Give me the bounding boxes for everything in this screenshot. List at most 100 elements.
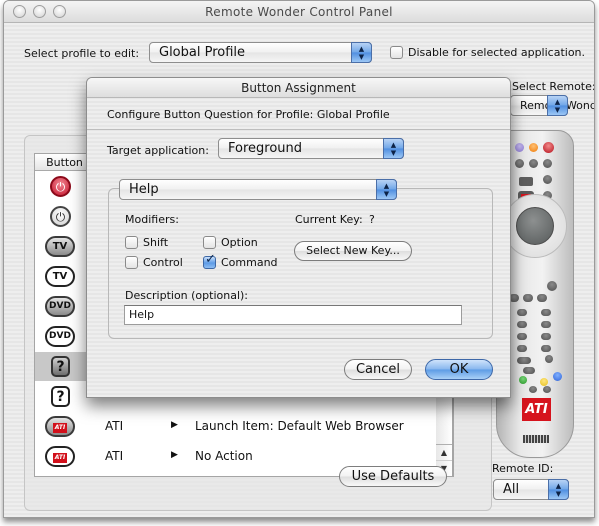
option-label: Option	[221, 236, 258, 249]
tv-label-icon: TV	[45, 266, 75, 287]
remote-button	[517, 321, 527, 328]
popup-arrows-icon: ▲ ▼	[548, 479, 569, 500]
popup-arrows-icon: ▲ ▼	[351, 42, 372, 63]
remote-id-label: Remote ID:	[492, 462, 554, 475]
dvd-button-icon: DVD	[45, 326, 75, 347]
disable-label: Disable for selected application.	[408, 46, 586, 59]
ati-badge: ATI	[53, 423, 67, 433]
power-icon: ⏻	[50, 206, 71, 227]
remote-brand-label	[523, 435, 549, 443]
remote-button	[515, 159, 524, 168]
list-row[interactable]: ATI ATI ▶ Launch Item: Default Web Browser	[35, 412, 453, 441]
dialog-subheader-text: Configure Button Question for Profile: G…	[107, 108, 390, 121]
row-action: No Action	[195, 449, 253, 463]
select-remote-popup[interactable]: Remote Wonder II ▲▼	[510, 95, 594, 116]
popup-arrows-icon: ▲ ▼	[383, 138, 404, 159]
remote-blue-button	[553, 372, 562, 381]
remote-button	[523, 367, 535, 374]
power-icon: ⏻	[50, 176, 71, 197]
remote-button	[523, 294, 533, 302]
question-icon: ?	[51, 386, 70, 407]
remote-id-value: All	[503, 482, 520, 497]
remote-button	[529, 386, 537, 393]
action-popup[interactable]: Help ▲ ▼	[119, 179, 397, 200]
dialog-subheader: Configure Button Question for Profile: G…	[87, 98, 510, 130]
dvd-label-icon: DVD	[45, 296, 75, 317]
ati-logo-icon: ATI	[45, 446, 75, 467]
remote-button	[517, 345, 527, 352]
profile-popup[interactable]: Global Profile ▲ ▼	[149, 42, 372, 63]
popup-arrows-icon: ▲ ▼	[376, 179, 397, 200]
ati-logo-icon: ATI	[45, 416, 75, 437]
command-checkbox[interactable]: ✓	[203, 252, 216, 269]
remote-button	[537, 294, 547, 302]
remote-green-button	[519, 376, 527, 384]
remote-button	[545, 355, 553, 363]
remote-button	[543, 386, 551, 393]
description-label: Description (optional):	[125, 289, 249, 302]
disable-checkbox[interactable]	[390, 46, 403, 59]
remote-button	[543, 159, 552, 168]
remote-ati-logo: ATI	[522, 398, 551, 421]
dvd-button-icon: DVD	[45, 296, 75, 317]
remote-button	[541, 333, 551, 340]
tv-label-icon: TV	[45, 236, 75, 257]
ok-button[interactable]: OK	[425, 359, 493, 380]
row-name: ATI	[105, 449, 124, 463]
shift-checkbox[interactable]	[125, 236, 138, 249]
remote-button	[541, 321, 551, 328]
cancel-button[interactable]: Cancel	[344, 359, 412, 380]
popup-arrows-icon: ▲ ▼	[547, 95, 568, 116]
button-assignment-dialog: Button Assignment Configure Button Quest…	[86, 77, 511, 398]
shift-label: Shift	[143, 236, 169, 249]
row-action: Launch Item: Default Web Browser	[195, 419, 404, 433]
description-input[interactable]: Help	[124, 305, 462, 325]
remote-button	[517, 357, 531, 364]
target-application-label: Target application:	[107, 144, 209, 157]
question-button-icon: ?	[45, 386, 75, 407]
tv-button-icon: TV	[45, 236, 75, 257]
action-popup-value: Help	[129, 182, 159, 197]
dialog-title: Button Assignment	[241, 81, 356, 95]
control-checkbox[interactable]	[125, 256, 138, 269]
remote-button	[543, 175, 552, 184]
remote-button	[541, 309, 551, 316]
ati-badge: ATI	[53, 453, 67, 463]
remote-button	[547, 281, 557, 291]
option-checkbox[interactable]	[203, 236, 216, 249]
remote-yellow-button	[540, 378, 548, 386]
remote-button	[529, 159, 538, 168]
dialog-title-bar[interactable]: Button Assignment	[87, 78, 510, 98]
remote-button	[541, 345, 551, 352]
remote-power-button	[543, 142, 554, 153]
remote-button	[519, 177, 533, 186]
window-title: Remote Wonder Control Panel	[205, 5, 393, 19]
power-button-icon: ⏻	[45, 176, 75, 197]
question-button-icon: ?	[45, 356, 75, 377]
disclosure-triangle-icon[interactable]: ▶	[171, 450, 178, 460]
title-bar[interactable]: Remote Wonder Control Panel	[4, 1, 594, 23]
remote-id-popup[interactable]: All ▲ ▼	[493, 479, 569, 500]
remote-button	[515, 143, 524, 152]
scroll-up-arrow-icon[interactable]: ▲	[436, 444, 452, 460]
power-button-icon: ⏻	[45, 206, 75, 227]
current-key-label: Current Key:	[295, 213, 363, 226]
target-application-popup[interactable]: Foreground ▲ ▼	[218, 138, 404, 159]
profile-popup-value: Global Profile	[159, 45, 246, 60]
select-new-key-button[interactable]: Select New Key...	[294, 241, 412, 261]
remote-button	[517, 309, 527, 316]
remote-dpad	[516, 207, 554, 245]
use-defaults-button[interactable]: Use Defaults	[339, 466, 447, 487]
remote-button	[529, 143, 538, 152]
question-icon: ?	[51, 356, 70, 377]
checkmark-icon: ✓	[205, 252, 216, 267]
current-key-value: ?	[369, 213, 375, 226]
tv-button-icon: TV	[45, 266, 75, 287]
dvd-label-icon: DVD	[45, 326, 75, 347]
control-label: Control	[143, 256, 183, 269]
remote-button	[517, 333, 527, 340]
select-remote-label: Select Remote:	[512, 80, 595, 93]
disclosure-triangle-icon[interactable]: ▶	[171, 420, 178, 430]
row-name: ATI	[105, 419, 124, 433]
modifiers-label: Modifiers:	[125, 213, 179, 226]
